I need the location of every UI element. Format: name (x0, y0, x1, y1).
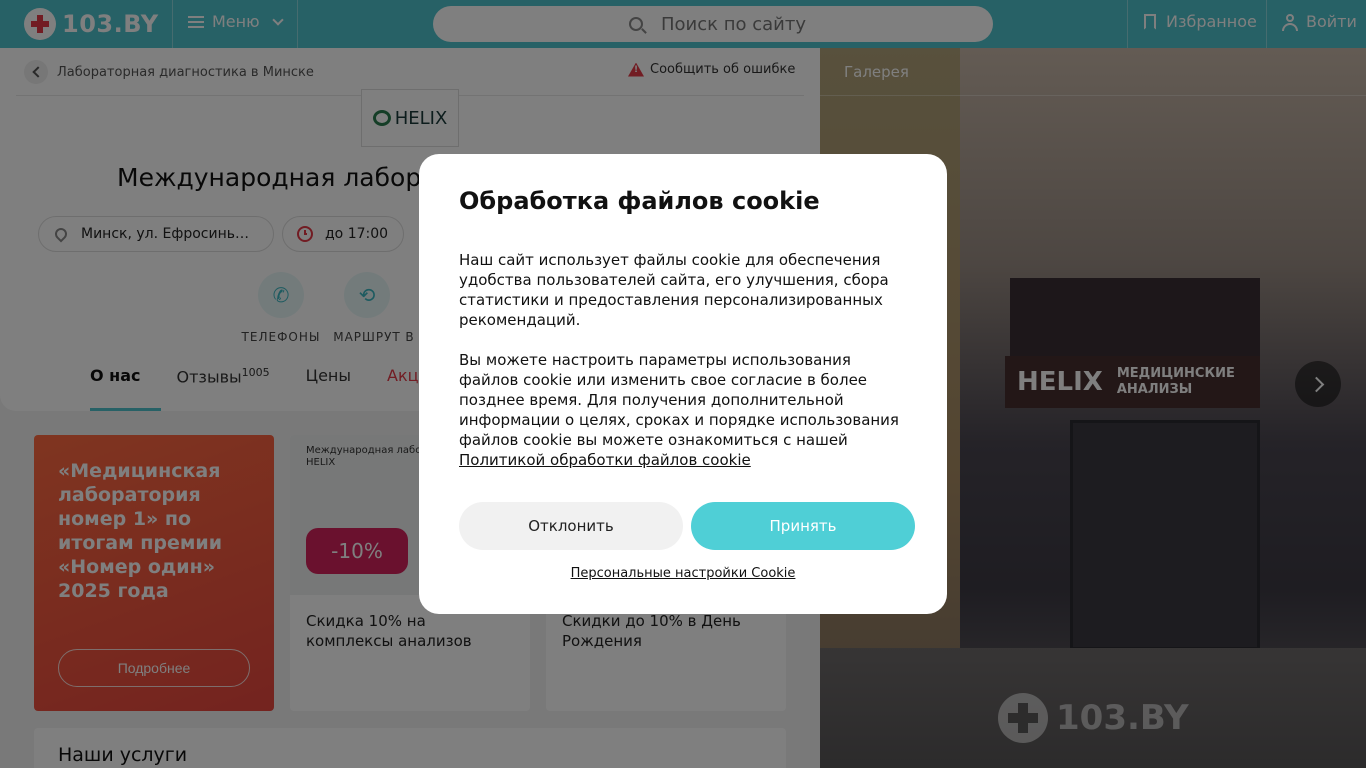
cookie-settings-link[interactable]: Персональные настройки Cookie (419, 566, 947, 581)
cookie-paragraph: Наш сайт использует файлы cookie для обе… (459, 251, 889, 329)
cookie-paragraph-2: Вы можете настроить параметры использова… (459, 351, 899, 469)
cookie-modal-title: Обработка файлов cookie (459, 187, 820, 215)
accept-button[interactable]: Принять (691, 502, 915, 550)
cookie-modal-body: Наш сайт использует файлы cookie для обе… (459, 250, 911, 490)
cookie-modal: Обработка файлов cookie Наш сайт использ… (419, 154, 947, 614)
decline-button[interactable]: Отклонить (459, 502, 683, 550)
cookie-policy-link[interactable]: Политикой обработки файлов cookie (459, 451, 751, 469)
